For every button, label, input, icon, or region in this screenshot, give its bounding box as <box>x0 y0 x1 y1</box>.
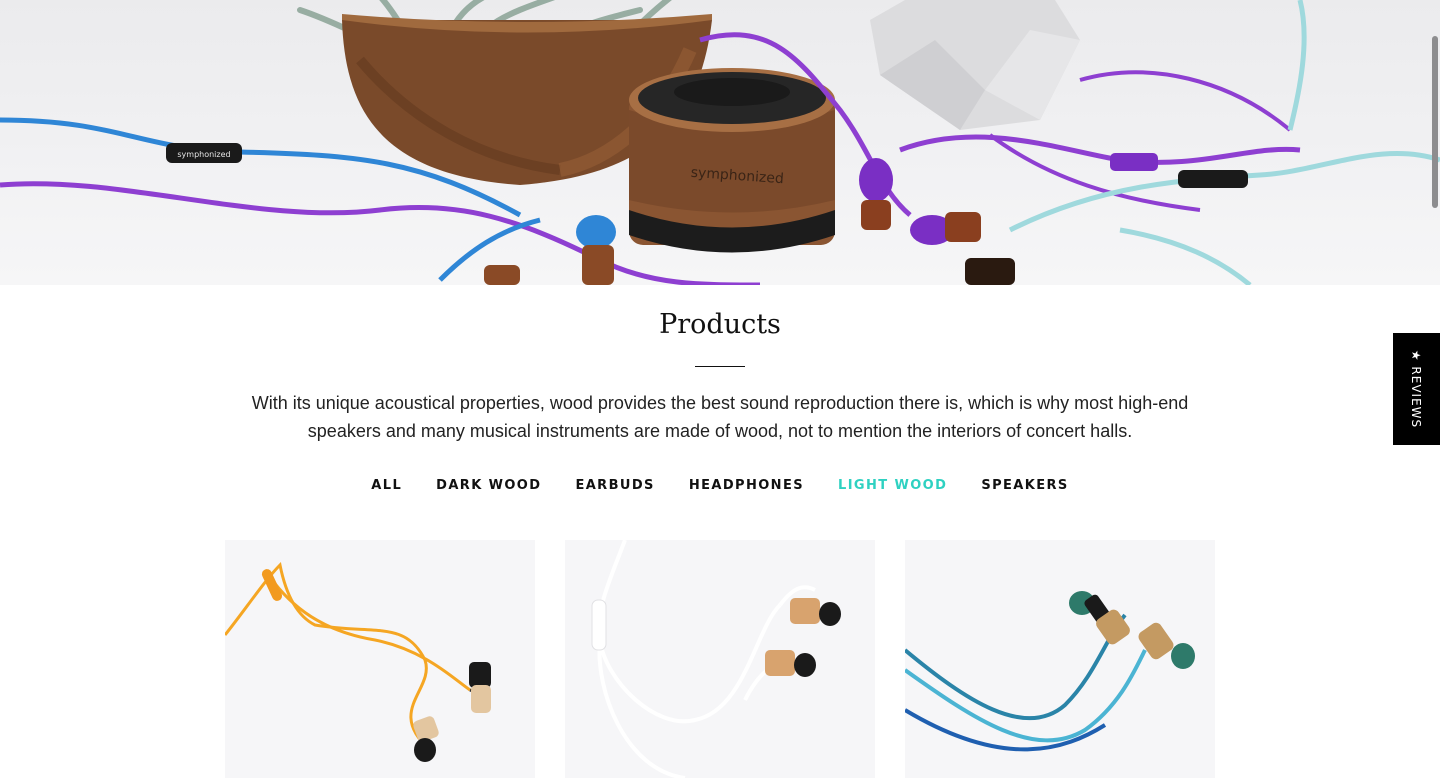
orange-earbuds-image <box>225 561 491 762</box>
product-card-orange[interactable] <box>225 540 535 778</box>
page-title: Products <box>659 309 781 340</box>
filter-all[interactable]: ALL <box>371 478 402 493</box>
product-card-white[interactable] <box>565 540 875 778</box>
page-description: With its unique acoustical properties, w… <box>251 393 1189 441</box>
title-divider <box>695 366 745 367</box>
reviews-tab[interactable]: ★ REVIEWS <box>1393 333 1440 445</box>
product-card-blue[interactable] <box>905 540 1215 778</box>
reviews-tab-label: ★ REVIEWS <box>1409 349 1424 429</box>
hero-image: symphonized symphonized <box>0 0 1440 285</box>
filter-dark-wood[interactable]: DARK WOOD <box>436 478 541 493</box>
filter-headphones[interactable]: HEADPHONES <box>689 478 804 493</box>
white-earbuds-image <box>591 540 841 778</box>
filter-nav: ALL DARK WOOD EARBUDS HEADPHONES LIGHT W… <box>0 478 1440 493</box>
cable-brand-print: symphonized <box>177 150 230 159</box>
blue-earbuds-image <box>905 591 1195 752</box>
scrollbar-thumb[interactable] <box>1432 36 1438 208</box>
filter-light-wood[interactable]: LIGHT WOOD <box>838 478 947 493</box>
filter-speakers[interactable]: SPEAKERS <box>981 478 1068 493</box>
hero-banner: symphonized symphonized <box>0 0 1440 285</box>
filter-earbuds[interactable]: EARBUDS <box>575 478 654 493</box>
